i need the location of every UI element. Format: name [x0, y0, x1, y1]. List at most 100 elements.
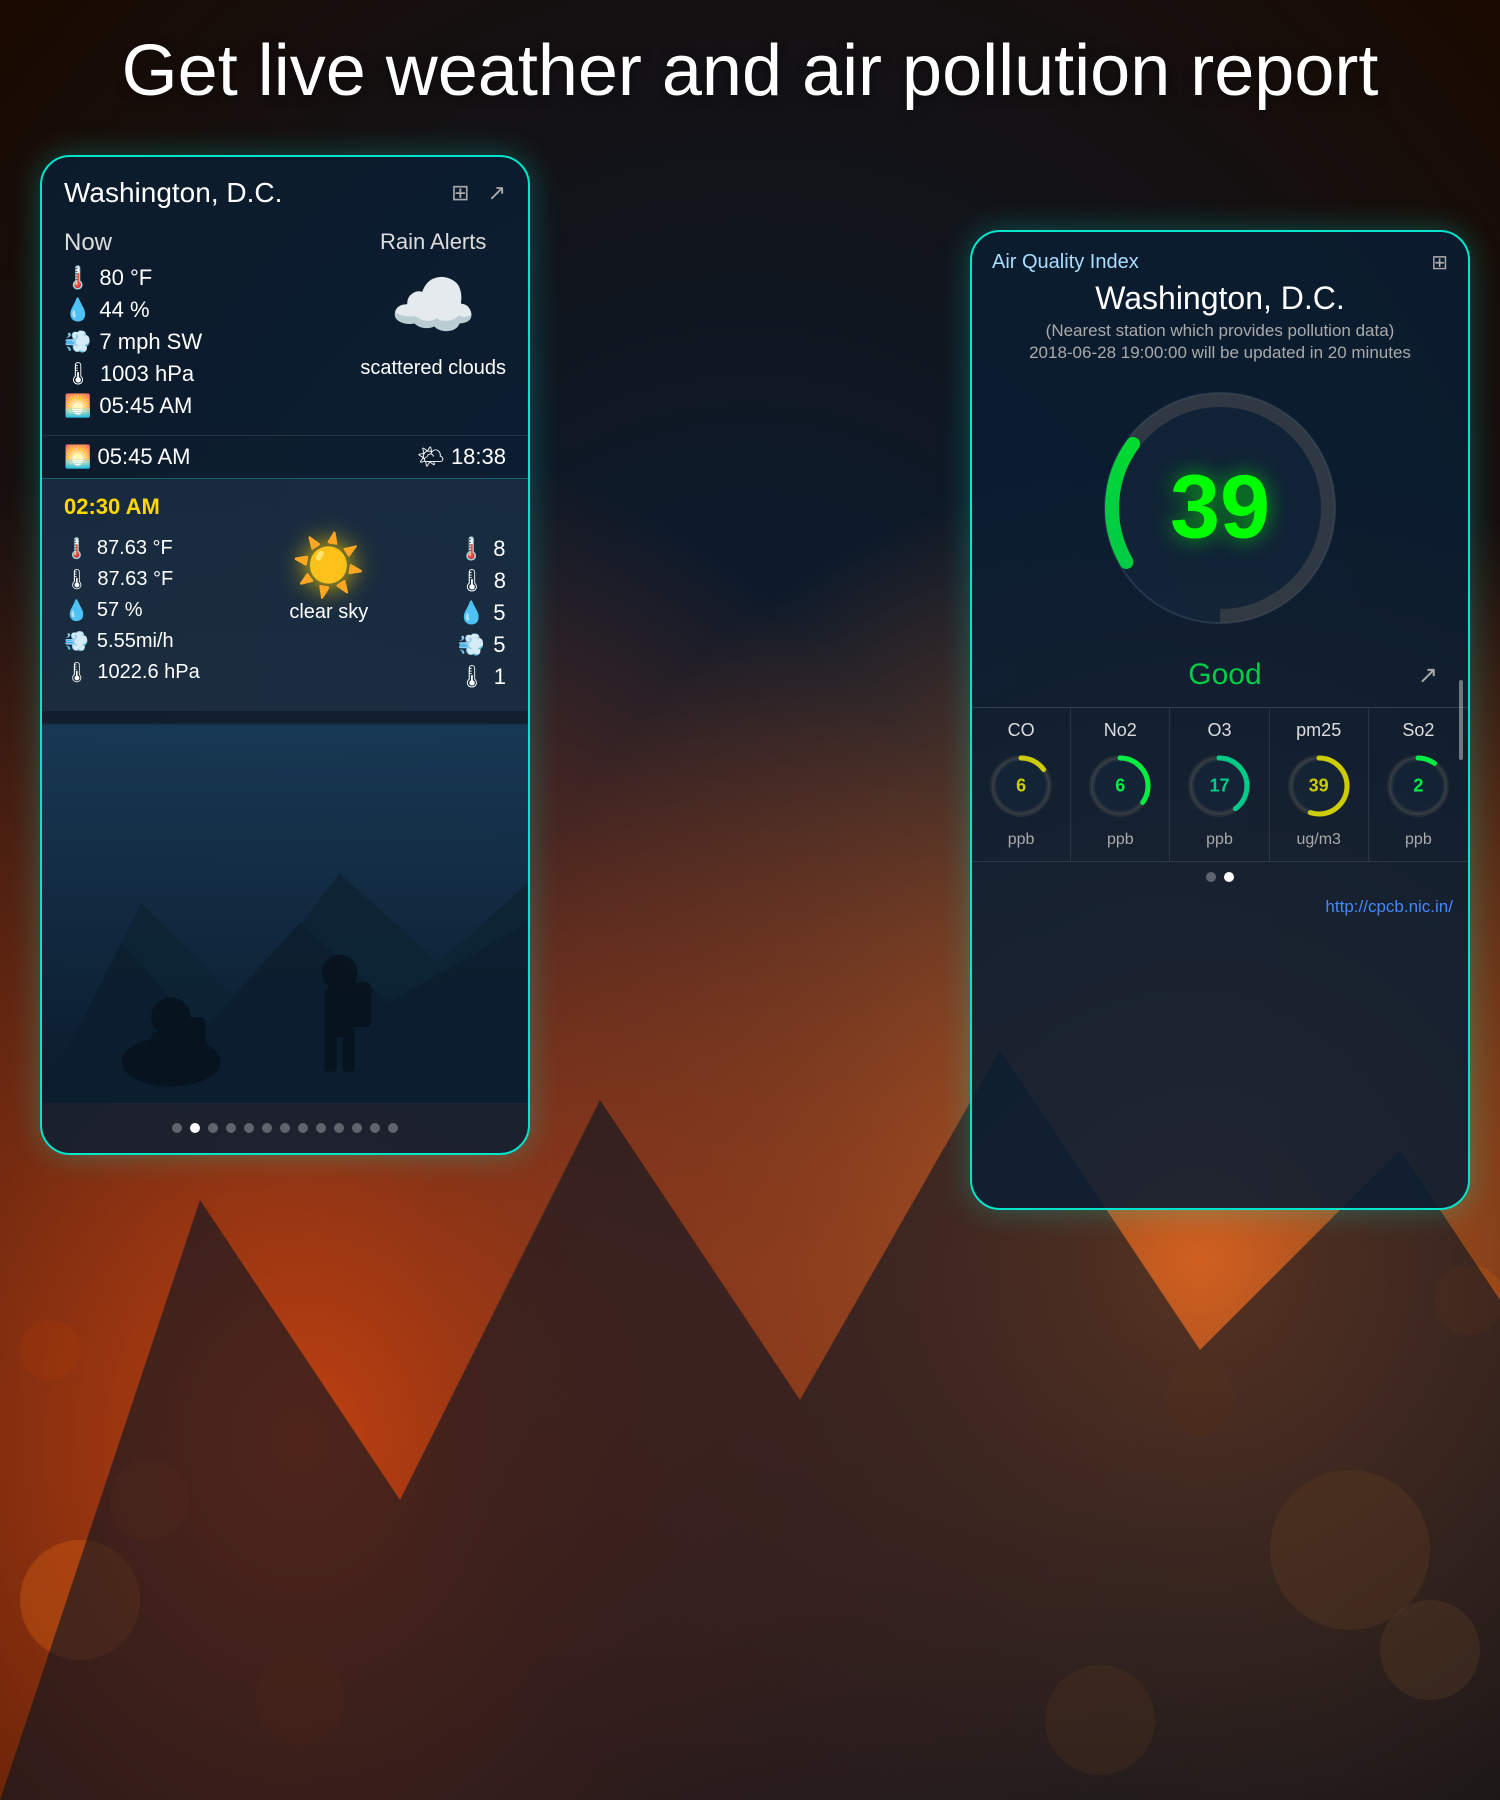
share-header-icon[interactable]: ↗: [488, 180, 506, 206]
pollutant-value-CO: 6: [1016, 776, 1026, 797]
sunrise-icon: 🌅: [64, 393, 91, 419]
dot-3[interactable]: [226, 1123, 236, 1133]
dot-12[interactable]: [388, 1123, 398, 1133]
pollutant-value-So2: 2: [1413, 776, 1423, 797]
aqi-dot-1[interactable]: [1224, 872, 1234, 882]
forecast-time: 02:30 AM: [64, 494, 506, 520]
aqi-date: 2018-06-28 19:00:00 will be updated in 2…: [972, 343, 1468, 363]
pollutant-co: CO 6 ppb: [972, 708, 1071, 861]
time-row: 🌅 05:45 AM 🌤 18:38: [42, 435, 528, 478]
pollutant-name-O3: O3: [1175, 720, 1263, 741]
weather-now-right: Rain Alerts ☁️ scattered clouds: [360, 229, 506, 425]
wind-icon: 💨: [64, 329, 91, 355]
mini-gauge-So2: 2: [1383, 751, 1453, 821]
aqi-link[interactable]: http://cpcb.nic.in/: [972, 892, 1468, 932]
weather-scene: [42, 723, 528, 1103]
forecast-pressure-icon: 🌡: [64, 660, 89, 685]
forecast-temp-high: 🌡️ 87.63 °F: [64, 536, 200, 561]
temperature-stat: 🌡️ 80 °F: [64, 265, 202, 291]
weather-now-left: Now 🌡️ 80 °F 💧 44 % 💨 7 mph SW 🌡 1003 hP…: [64, 229, 202, 425]
cloud-icon: ☁️: [360, 265, 506, 347]
page-title: Get live weather and air pollution repor…: [0, 30, 1500, 112]
sunrise-stat: 🌅 05:45 AM: [64, 393, 202, 419]
pollutant-unit-CO: ppb: [977, 831, 1065, 849]
wind-value: 7 mph SW: [99, 329, 202, 355]
dot-11[interactable]: [370, 1123, 380, 1133]
fr-temp-high-icon: 🌡️: [458, 536, 485, 562]
dot-0[interactable]: [172, 1123, 182, 1133]
dot-2[interactable]: [208, 1123, 218, 1133]
pressure-stat: 🌡 1003 hPa: [64, 361, 202, 387]
pollutant-pm25: pm25 39 ug/m3: [1270, 708, 1369, 861]
forecast-thermometer-high-icon: 🌡️: [64, 536, 89, 561]
forecast-right: 🌡️ 8 🌡 8 💧 5 💨 5 🌡 1: [458, 530, 506, 696]
dot-9[interactable]: [334, 1123, 344, 1133]
sunset-time: 🌤 18:38: [417, 444, 506, 470]
pollutants-grid: CO 6 ppb No2 6 ppb O3: [972, 707, 1468, 861]
thermometer-icon: 🌡️: [64, 265, 91, 291]
mini-gauge-CO: 6: [986, 751, 1056, 821]
forecast-humidity: 💧 57 %: [64, 598, 200, 623]
forecast-thermometer-low-icon: 🌡: [64, 567, 89, 592]
pollutant-value-pm25: 39: [1309, 776, 1329, 797]
pollutant-value-O3: 17: [1209, 776, 1229, 797]
pollutant-name-So2: So2: [1374, 720, 1463, 741]
dot-10[interactable]: [352, 1123, 362, 1133]
forecast-humidity-icon: 💧: [64, 598, 89, 623]
forecast-wind-icon: 💨: [64, 629, 89, 654]
aqi-footer-dots: [972, 861, 1468, 892]
aqi-grid-icon[interactable]: ⊞: [1431, 250, 1448, 275]
aqi-share-icon[interactable]: ↗: [1418, 661, 1438, 690]
weather-header: Washington, D.C. ⊞ ↗: [42, 157, 528, 219]
pollutant-value-No2: 6: [1115, 776, 1125, 797]
pollutant-unit-No2: ppb: [1076, 831, 1164, 849]
pollutant-name-CO: CO: [977, 720, 1065, 741]
fr-pressure-icon: 🌡: [458, 664, 486, 690]
dot-6[interactable]: [280, 1123, 290, 1133]
weather-phone-card: Washington, D.C. ⊞ ↗ Now 🌡️ 80 °F 💧 44 %…: [40, 155, 530, 1155]
forecast-content: 🌡️ 87.63 °F 🌡 87.63 °F 💧 57 % 💨 5.55mi/h…: [64, 530, 506, 696]
grid-icon[interactable]: ⊞: [451, 180, 469, 206]
fr-wind-icon: 💨: [458, 632, 485, 658]
weather-city: Washington, D.C.: [64, 177, 282, 209]
dot-8[interactable]: [316, 1123, 326, 1133]
forecast-temp-low: 🌡 87.63 °F: [64, 567, 200, 592]
aqi-dot-0[interactable]: [1206, 872, 1216, 882]
pressure-icon: 🌡: [64, 361, 92, 387]
mini-gauge-pm25: 39: [1284, 751, 1354, 821]
dot-5[interactable]: [262, 1123, 272, 1133]
fr-temp-low-icon: 🌡: [458, 568, 486, 594]
forecast-panel: 02:30 AM 🌡️ 87.63 °F 🌡 87.63 °F 💧 57 % 💨: [42, 478, 528, 711]
fr-humidity-icon: 💧: [458, 600, 485, 626]
aqi-status-row: Good ↗: [972, 653, 1468, 707]
forecast-center: ☀️ clear sky: [289, 530, 368, 696]
humidity-stat: 💧 44 %: [64, 297, 202, 323]
pollutant-name-No2: No2: [1076, 720, 1164, 741]
aqi-station: (Nearest station which provides pollutio…: [972, 321, 1468, 341]
pressure-value: 1003 hPa: [100, 361, 194, 387]
forecast-wind: 💨 5.55mi/h: [64, 629, 200, 654]
dot-1[interactable]: [190, 1123, 200, 1133]
pollutant-unit-O3: ppb: [1175, 831, 1263, 849]
scrollbar: [1459, 680, 1463, 760]
aqi-header-label: Air Quality Index: [992, 251, 1139, 274]
hiker-silhouette: [42, 723, 528, 1103]
aqi-phone-card: Air Quality Index ⊞ Washington, D.C. (Ne…: [970, 230, 1470, 1210]
aqi-value: 39: [1170, 457, 1270, 560]
pollutant-so2: So2 2 ppb: [1369, 708, 1468, 861]
aqi-city: Washington, D.C.: [972, 280, 1468, 317]
now-label: Now: [64, 229, 202, 257]
forecast-pressure: 🌡 1022.6 hPa: [64, 660, 200, 685]
weather-header-icons: ⊞ ↗: [451, 180, 506, 206]
temperature-value: 80 °F: [99, 265, 152, 291]
clear-sky-text: clear sky: [289, 601, 368, 624]
rain-alerts-label: Rain Alerts: [360, 229, 506, 255]
wind-stat: 💨 7 mph SW: [64, 329, 202, 355]
pollutant-unit-pm25: ug/m3: [1275, 831, 1363, 849]
mini-gauge-O3: 17: [1184, 751, 1254, 821]
dot-4[interactable]: [244, 1123, 254, 1133]
forecast-left: 🌡️ 87.63 °F 🌡 87.63 °F 💧 57 % 💨 5.55mi/h…: [64, 530, 200, 696]
aqi-main-gauge: 39: [1090, 378, 1350, 638]
sun-icon: ☀️: [289, 530, 368, 601]
dot-7[interactable]: [298, 1123, 308, 1133]
